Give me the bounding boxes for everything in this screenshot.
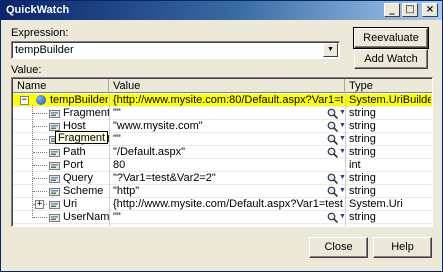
tree-connector (33, 139, 47, 140)
magnifier-icon[interactable] (327, 186, 338, 197)
minimize-button[interactable]: _ (384, 3, 400, 17)
property-icon (49, 175, 60, 183)
tree-connector (33, 217, 47, 218)
tree-connector (33, 126, 47, 127)
property-icon (49, 110, 60, 118)
tree-connector (33, 113, 47, 114)
maximize-button[interactable]: □ (402, 3, 418, 17)
grid-header: Name Value Type (13, 79, 432, 93)
value-label: Value: (11, 64, 42, 76)
column-header-type[interactable]: Type (345, 79, 432, 93)
magnifier-icon[interactable] (327, 108, 338, 119)
add-watch-button[interactable]: Add Watch (354, 49, 428, 69)
help-button[interactable]: Help (373, 237, 432, 258)
column-divider (109, 93, 110, 226)
expression-value[interactable]: tempBuilder (15, 44, 74, 56)
property-icon (49, 201, 60, 209)
close-button[interactable]: Close (309, 237, 368, 258)
chevron-down-icon[interactable]: ▼ (323, 43, 338, 57)
magnifier-icon[interactable] (327, 212, 338, 223)
property-icon (49, 214, 60, 222)
row-divider (13, 223, 432, 224)
tree-connector (33, 152, 47, 153)
watch-grid[interactable]: Name Value Type − tempBuilder {http://www.… (11, 77, 433, 227)
window-title: QuickWatch (6, 4, 70, 16)
tree-connector (33, 178, 47, 179)
expression-combobox[interactable]: tempBuilder ▼ (11, 41, 340, 59)
tooltip: Fragment (55, 131, 109, 144)
expression-label: Expression: (11, 27, 69, 39)
quickwatch-dialog: QuickWatch _ □ × Expression: tempBuilder… (0, 0, 443, 272)
property-icon (49, 162, 60, 170)
reevaluate-button[interactable]: Reevaluate (353, 27, 429, 49)
tree-trunk (32, 105, 33, 218)
magnifier-icon[interactable] (327, 173, 338, 184)
column-header-value[interactable]: Value (109, 79, 345, 93)
column-header-name[interactable]: Name (13, 79, 109, 93)
property-icon (49, 149, 60, 157)
object-icon (36, 95, 46, 105)
magnifier-icon[interactable] (327, 121, 338, 132)
magnifier-icon[interactable] (327, 147, 338, 158)
magnifier-icon[interactable] (327, 134, 338, 145)
column-divider (345, 93, 346, 226)
property-icon (49, 188, 60, 196)
tree-connector (33, 191, 47, 192)
title-bar: QuickWatch _ □ × (1, 1, 442, 20)
close-window-button[interactable]: × (422, 3, 438, 17)
tree-connector (33, 165, 47, 166)
expand-icon[interactable]: + (35, 200, 44, 209)
collapse-icon[interactable]: − (20, 96, 29, 105)
